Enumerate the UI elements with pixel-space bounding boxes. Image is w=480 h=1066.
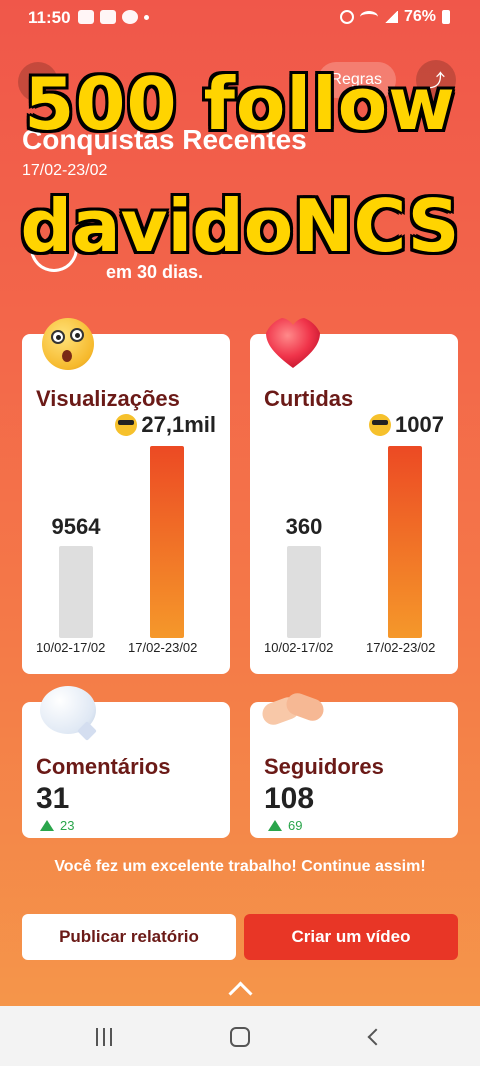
alarm-icon bbox=[339, 10, 354, 24]
cool-face-icon bbox=[115, 414, 138, 436]
home-button[interactable] bbox=[230, 1027, 250, 1047]
battery-icon bbox=[442, 10, 450, 24]
cool-face-icon bbox=[369, 414, 392, 436]
comments-title: Comentários bbox=[36, 754, 171, 779]
views-peak: 27,1mil bbox=[115, 412, 216, 438]
app-notification-icon bbox=[100, 10, 116, 24]
comments-card: Comentários 31 23 bbox=[22, 686, 230, 838]
followers-title: Seguidores bbox=[264, 754, 384, 779]
overlay-caption-line2: davidoNCS bbox=[20, 184, 460, 268]
overlay-caption-line1: 500 follow bbox=[24, 62, 456, 146]
game-icon bbox=[122, 10, 138, 24]
likes-title: Curtidas bbox=[264, 386, 354, 411]
likes-curr-bar bbox=[388, 446, 422, 638]
likes-prev-label: 10/02-17/02 bbox=[264, 640, 334, 655]
likes-peak-value: 1007 bbox=[395, 412, 444, 437]
likes-peak: 1007 bbox=[369, 412, 444, 438]
followers-delta-value: 69 bbox=[288, 818, 303, 833]
increase-arrow-icon bbox=[40, 820, 54, 831]
recents-button[interactable] bbox=[96, 1028, 116, 1046]
gallery-icon bbox=[78, 10, 94, 24]
followers-card: Seguidores 108 69 bbox=[250, 690, 458, 838]
likes-prev-value: 360 bbox=[285, 514, 323, 539]
chevron-up-icon[interactable] bbox=[226, 976, 254, 1004]
wifi-icon bbox=[359, 11, 378, 23]
signal-icon bbox=[383, 11, 398, 23]
followers-delta: 69 bbox=[268, 818, 302, 833]
likes-card: Curtidas 1007 360 10/02-17/02 17/02-23/0… bbox=[250, 318, 458, 674]
views-prev-value: 9564 bbox=[51, 514, 101, 539]
views-curr-label: 17/02-23/02 bbox=[128, 640, 198, 655]
create-video-button[interactable]: Criar um vídeo bbox=[244, 914, 458, 960]
notification-icons bbox=[78, 10, 149, 24]
speech-bubble-icon bbox=[40, 686, 96, 734]
views-card: Visualizações 27,1mil 9564 10/02-17/02 1… bbox=[22, 318, 230, 674]
views-prev-label: 10/02-17/02 bbox=[36, 640, 106, 655]
encouragement-text: Você fez um excelente trabalho! Continue… bbox=[54, 858, 426, 875]
comments-delta: 23 bbox=[40, 818, 74, 833]
system-status: 76% bbox=[339, 8, 450, 26]
heart-icon bbox=[266, 318, 320, 368]
nav-back-button[interactable] bbox=[367, 1028, 385, 1046]
date-range: 17/02-23/02 bbox=[22, 162, 108, 179]
increase-arrow-icon bbox=[268, 820, 282, 831]
views-curr-bar bbox=[150, 446, 184, 638]
views-peak-value: 27,1mil bbox=[141, 412, 216, 437]
handshake-icon bbox=[259, 688, 327, 732]
likes-curr-label: 17/02-23/02 bbox=[366, 640, 436, 655]
followers-value: 108 bbox=[264, 782, 315, 815]
status-time: 11:50 bbox=[28, 8, 71, 27]
views-title: Visualizações bbox=[36, 386, 180, 411]
likes-prev-bar bbox=[287, 546, 321, 638]
views-prev-bar bbox=[59, 546, 93, 638]
comments-value: 31 bbox=[36, 782, 70, 815]
status-bar: 11:50 76% bbox=[0, 0, 480, 36]
comments-delta-value: 23 bbox=[60, 818, 75, 833]
battery-percent: 76% bbox=[403, 8, 436, 25]
publish-report-button[interactable]: Publicar relatório bbox=[22, 914, 236, 960]
system-nav-bar bbox=[0, 1006, 480, 1066]
surprised-face-icon bbox=[42, 318, 94, 370]
more-notifications-dot-icon bbox=[144, 15, 149, 20]
